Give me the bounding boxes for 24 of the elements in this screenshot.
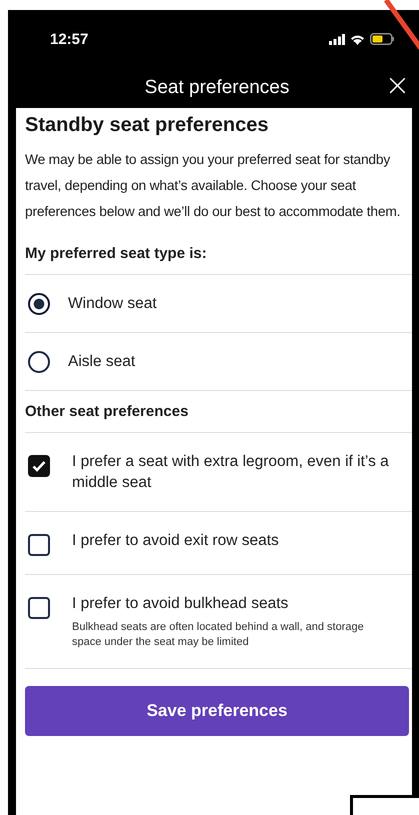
- radio-button[interactable]: [28, 350, 50, 372]
- option-label: I prefer to avoid exit row seats: [72, 531, 280, 551]
- save-button[interactable]: Save preferences: [25, 686, 409, 736]
- option-label: I prefer a seat with extra legroom, even if it’s a middle seat: [72, 452, 390, 493]
- status-time: 12:57: [50, 30, 88, 48]
- group-label: Other seat preferences: [25, 391, 412, 433]
- checkbox[interactable]: [28, 455, 50, 477]
- battery-icon: [370, 33, 394, 45]
- annotation-line: [384, 0, 419, 50]
- checkbox[interactable]: [28, 534, 50, 556]
- option-note: Bulkhead seats are often located behind a wall, and storage space under the seat may be limited: [72, 620, 365, 650]
- group-label: My preferred seat type is:: [25, 245, 412, 275]
- wifi-icon: [350, 34, 365, 44]
- signal-icon: [329, 34, 345, 44]
- checkbox[interactable]: [28, 597, 50, 619]
- option-label: Aisle seat: [68, 352, 136, 372]
- checkmark-icon: [32, 460, 46, 472]
- radio-button[interactable]: [28, 292, 50, 314]
- option-label: Window seat: [68, 294, 157, 314]
- intro-text: We may be able to assign you your preferred seat for standby travel, depending on what’s available. Choose your seat preferences below and we’ll do our best to accommodate them.: [25, 151, 402, 221]
- screen-title: Seat preferences: [144, 77, 290, 99]
- option-label: I prefer to avoid bulkhead seats: [72, 594, 290, 614]
- close-button[interactable]: ×: [384, 71, 410, 101]
- section-heading: Standby seat preferences: [25, 114, 270, 137]
